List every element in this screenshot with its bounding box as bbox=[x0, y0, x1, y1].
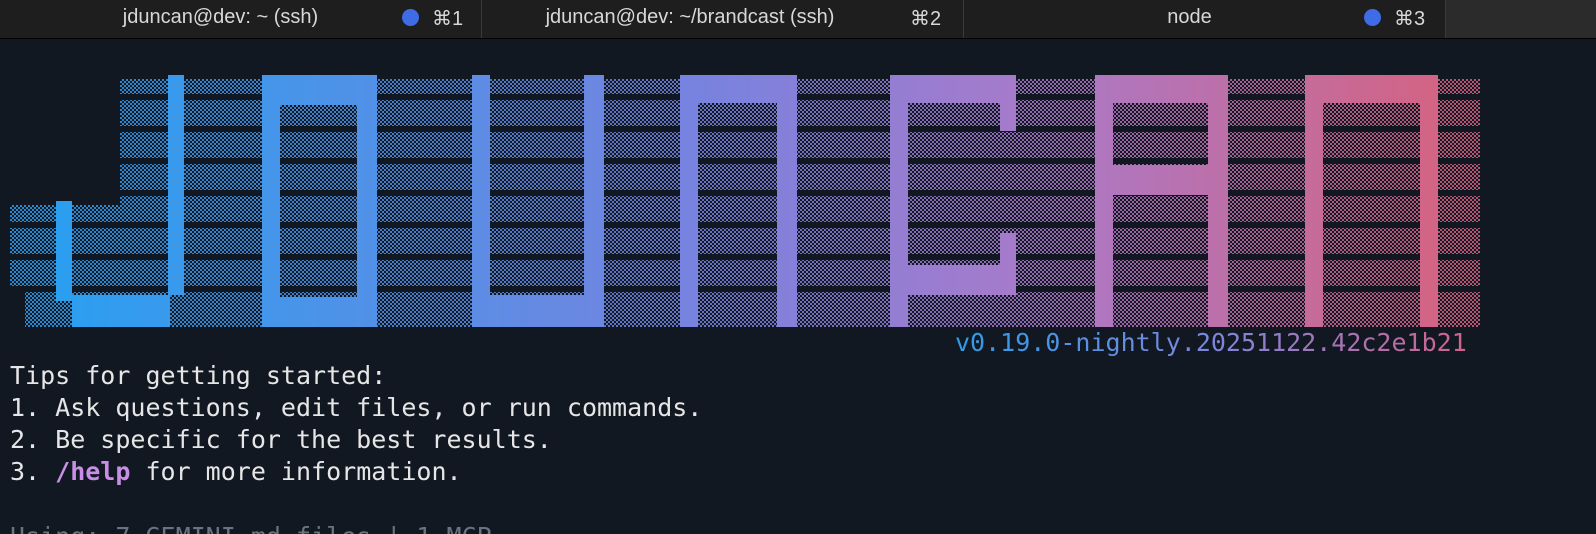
tips-section: Tips for getting started: 1. Ask question… bbox=[10, 360, 702, 488]
ascii-logo-banner bbox=[10, 75, 1480, 327]
terminal-viewport[interactable]: v0.19.0-nightly.20251122.42c2e1b21 Tips … bbox=[0, 39, 1596, 534]
tip-item: 3. /help for more information. bbox=[10, 456, 702, 488]
version-label: v0.19.0-nightly.20251122.42c2e1b21 bbox=[955, 328, 1467, 357]
activity-dot-icon bbox=[1364, 9, 1381, 26]
tab-ssh-brandcast[interactable]: jduncan@dev: ~/brandcast (ssh) ⌘2 bbox=[482, 0, 964, 38]
tip-item: 1. Ask questions, edit files, or run com… bbox=[10, 393, 703, 422]
tip-number: 3. bbox=[10, 457, 56, 486]
tab-bar-empty-space[interactable] bbox=[1446, 0, 1596, 38]
tab-node[interactable]: node ⌘3 bbox=[964, 0, 1446, 38]
tab-bar: jduncan@dev: ~ (ssh) ⌘1 jduncan@dev: ~/b… bbox=[0, 0, 1596, 39]
tip-text: for more information. bbox=[130, 457, 462, 486]
help-command: /help bbox=[55, 457, 131, 486]
tab-ssh-home[interactable]: jduncan@dev: ~ (ssh) ⌘1 bbox=[0, 0, 482, 38]
tips-heading: Tips for getting started: bbox=[10, 361, 387, 390]
tab-shortcut: ⌘3 bbox=[1394, 8, 1426, 30]
tab-title: jduncan@dev: ~/brandcast (ssh) bbox=[545, 6, 835, 28]
tip-item: 2. Be specific for the best results. bbox=[10, 425, 552, 454]
status-line-partial: Using: 7 GEMINI.md files | 1 MCP bbox=[10, 522, 492, 534]
